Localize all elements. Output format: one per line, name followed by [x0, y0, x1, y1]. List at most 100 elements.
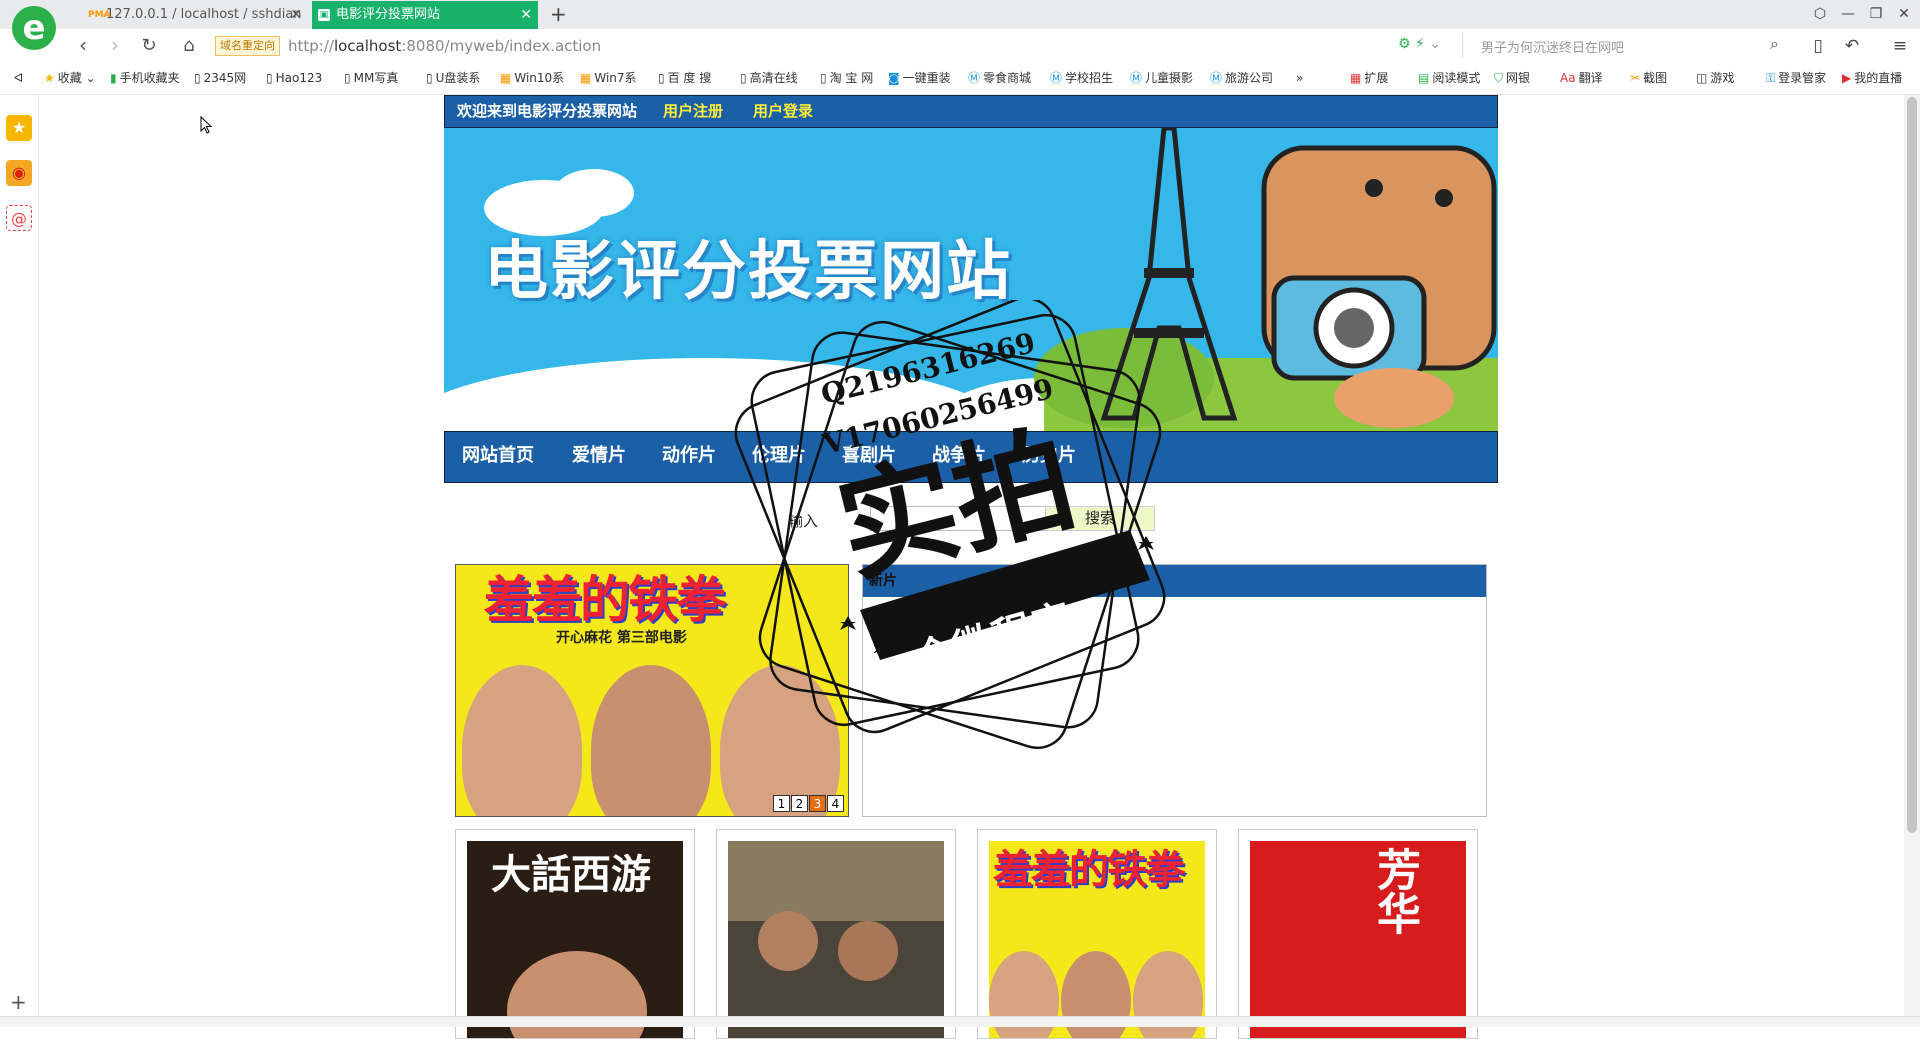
- mouse-cursor-icon: [200, 116, 213, 134]
- search-icon[interactable]: ⌕: [1770, 34, 1779, 54]
- list-item[interactable]: 战狼2: [873, 608, 943, 624]
- tab-phpmyadmin[interactable]: PMA 127.0.0.1 / localhost / sshdian ✕: [82, 1, 308, 29]
- bookmark-item[interactable]: ▯ MM写真: [344, 62, 398, 94]
- login-link[interactable]: 用户登录: [753, 96, 813, 127]
- address-row: ‹ › ↻ ⌂ 域名重定向 http://localhost:8080/mywe…: [0, 29, 1920, 63]
- live-button[interactable]: ▶ 我的直播: [1842, 62, 1902, 94]
- slide-3-button[interactable]: 3: [809, 795, 826, 812]
- site-banner: 电影评分投票网站: [444, 128, 1498, 431]
- translate-icon: Aa: [1560, 71, 1576, 85]
- bookmark-item[interactable]: ▯ Hao123: [266, 62, 322, 94]
- weibo-icon[interactable]: ◉: [6, 160, 32, 186]
- undo-icon[interactable]: ↶: [1838, 31, 1866, 61]
- bookmark-label: 收藏: [57, 71, 82, 85]
- nav-history[interactable]: 历史片: [1022, 432, 1076, 480]
- register-link[interactable]: 用户注册: [663, 96, 723, 127]
- nav-ethics[interactable]: 伦理片: [752, 432, 806, 480]
- nav-romance[interactable]: 爱情片: [572, 432, 626, 480]
- translate-button[interactable]: Aa 翻译: [1560, 62, 1603, 94]
- browser-logo[interactable]: e: [12, 6, 56, 50]
- scrollbar[interactable]: [1904, 95, 1920, 1021]
- bookmark-item[interactable]: ▯ U盘装系: [426, 62, 480, 94]
- bookmark-item[interactable]: Ⓜ 学校招生: [1050, 62, 1113, 94]
- search-input[interactable]: 男子为何沉迷终日在网吧: [1481, 37, 1624, 56]
- lightning-icon[interactable]: ⚙ ⚡ ⌄: [1398, 36, 1441, 52]
- slide-2-button[interactable]: 2: [791, 795, 808, 812]
- skin-icon[interactable]: ⬡: [1806, 0, 1834, 28]
- site-search-button[interactable]: 搜索: [1045, 506, 1155, 531]
- movie-card[interactable]: 芳华: [1238, 829, 1478, 1039]
- nav-home[interactable]: 网站首页: [462, 432, 534, 480]
- reading-list-icon[interactable]: ▯: [1804, 31, 1832, 61]
- menu-icon[interactable]: ≡: [1886, 31, 1914, 61]
- movie-slider[interactable]: 羞羞的铁拳 开心麻花 第三部电影 1234: [455, 564, 849, 817]
- bookmark-item[interactable]: ▦ Win7系: [580, 62, 637, 94]
- list-item[interactable]: 羞羞的铁拳: [873, 624, 943, 640]
- minimize-button[interactable]: —: [1834, 0, 1862, 28]
- bookmark-more[interactable]: »: [1296, 62, 1303, 94]
- games-button[interactable]: ◫ 游戏: [1696, 62, 1734, 94]
- tab-title: 127.0.0.1 / localhost / sshdian: [106, 7, 302, 22]
- movie-card[interactable]: 羞羞的铁拳: [977, 829, 1217, 1039]
- bookmark-item[interactable]: Ⓜ 儿童摄影: [1130, 62, 1193, 94]
- shield-icon: ⛉: [1494, 71, 1504, 85]
- redirect-badge[interactable]: 域名重定向: [215, 36, 280, 56]
- reading-mode-button[interactable]: ▤ 阅读模式: [1418, 62, 1480, 94]
- search-box[interactable]: 男子为何沉迷终日在网吧 ⌕: [1462, 33, 1783, 58]
- forward-button[interactable]: ›: [100, 29, 130, 62]
- list-item[interactable]: 芳华: [873, 640, 943, 656]
- close-icon[interactable]: ✕: [520, 1, 532, 29]
- bank-button[interactable]: ⛉ 网银: [1494, 62, 1530, 94]
- bookmark-item[interactable]: ▦ Win10系: [500, 62, 564, 94]
- gamepad-icon: ◫: [1696, 71, 1708, 85]
- nav-comedy[interactable]: 喜剧片: [842, 432, 896, 480]
- slide-1-button[interactable]: 1: [773, 795, 790, 812]
- restore-button[interactable]: ❐: [1862, 0, 1890, 28]
- close-icon[interactable]: ✕: [290, 1, 302, 29]
- bookmark-item[interactable]: ★ 收藏 ⌄: [44, 62, 96, 94]
- bookmark-item[interactable]: ▯ 2345网: [194, 62, 246, 94]
- mail-at-icon[interactable]: @: [6, 205, 32, 231]
- bookmark-item[interactable]: ▯ 百 度 搜: [658, 62, 711, 94]
- close-window-button[interactable]: ✕: [1890, 0, 1918, 28]
- page-icon: ▯: [658, 71, 665, 85]
- reload-button[interactable]: ↻: [134, 29, 164, 62]
- bookmark-item[interactable]: ▯ 高清在线: [740, 62, 798, 94]
- slide-4-button[interactable]: 4: [827, 795, 844, 812]
- bookmark-label: 高清在线: [749, 71, 798, 85]
- movie-poster: 芳华: [1250, 841, 1466, 1038]
- tool-label: 扩展: [1364, 71, 1389, 85]
- welcome-text: 欢迎来到电影评分投票网站: [457, 102, 638, 120]
- live-icon: ▶: [1842, 71, 1852, 85]
- book-icon: ▤: [1418, 71, 1430, 85]
- scrollbar-thumb[interactable]: [1907, 97, 1917, 833]
- screenshot-button[interactable]: ✂ 截图: [1630, 62, 1667, 94]
- bookmark-collapse-icon[interactable]: ᐊ: [14, 62, 23, 94]
- windows-icon: ▦: [580, 71, 592, 85]
- new-tab-button[interactable]: +: [550, 0, 567, 28]
- poster-title: 羞羞的铁拳: [993, 847, 1185, 893]
- m-icon: Ⓜ: [968, 71, 981, 85]
- add-icon[interactable]: +: [10, 990, 27, 1014]
- tab-movie-site[interactable]: ▣ 电影评分投票网站 ✕: [312, 1, 538, 29]
- site-search-input[interactable]: [870, 506, 1050, 531]
- m-icon: Ⓜ: [1050, 71, 1063, 85]
- login-manager-button[interactable]: ⚿ 登录管家: [1766, 62, 1826, 94]
- favorites-star-icon[interactable]: ★: [6, 115, 32, 141]
- bookmark-label: 淘 宝 网: [829, 71, 874, 85]
- extensions-button[interactable]: ▦ 扩展: [1350, 62, 1388, 94]
- bookmark-item[interactable]: Ⓜ 零食商城: [968, 62, 1031, 94]
- bookmark-item[interactable]: ◙ 一键重装: [888, 62, 951, 94]
- movie-card[interactable]: 大話西游: [455, 829, 695, 1039]
- page-icon: ▣: [318, 9, 330, 21]
- movie-card[interactable]: [716, 829, 956, 1039]
- nav-action[interactable]: 动作片: [662, 432, 716, 480]
- back-button[interactable]: ‹: [68, 29, 98, 62]
- bookmark-label: 2345网: [203, 71, 247, 85]
- bookmark-item[interactable]: ▮ 手机收藏夹: [110, 62, 180, 94]
- home-button[interactable]: ⌂: [174, 29, 204, 62]
- nav-war[interactable]: 战争片: [932, 432, 986, 480]
- bookmark-item[interactable]: ▯ 淘 宝 网: [820, 62, 873, 94]
- bookmark-item[interactable]: Ⓜ 旅游公司: [1210, 62, 1273, 94]
- url-field[interactable]: http://localhost:8080/myweb/index.action: [288, 37, 601, 55]
